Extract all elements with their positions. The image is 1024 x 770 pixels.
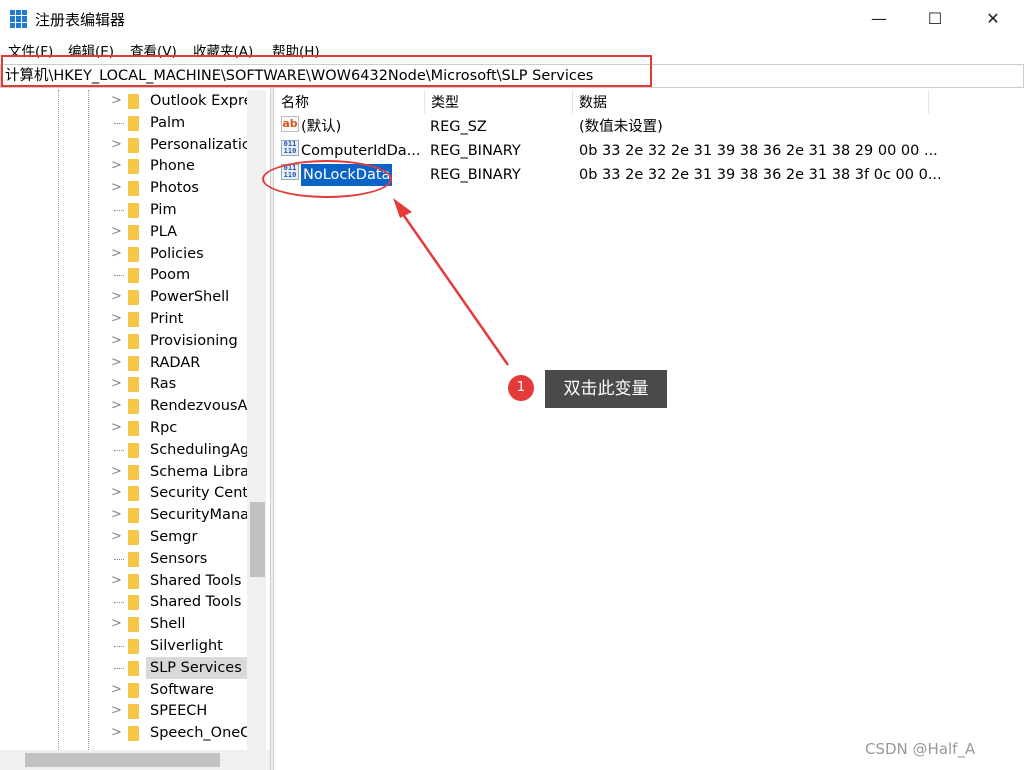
watermark: CSDN @Half_A: [865, 740, 976, 758]
step-badge: 1: [508, 375, 534, 401]
annotation-callout: 双击此变量: [545, 370, 667, 408]
